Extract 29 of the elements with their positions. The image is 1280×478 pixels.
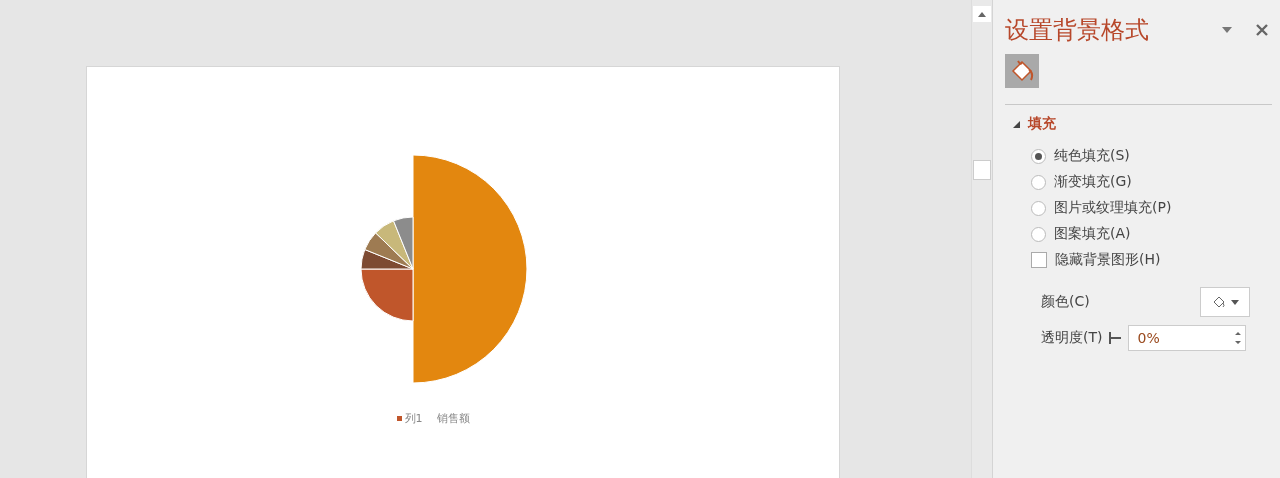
legend-label: 列1: [404, 411, 423, 426]
radio-button[interactable]: [1031, 174, 1046, 190]
panel-title: 设置背景格式: [1005, 15, 1150, 46]
collapse-icon[interactable]: [1013, 120, 1020, 128]
option-label: 图片或纹理填充(P): [1054, 199, 1172, 217]
caret-icon: [1231, 299, 1239, 305]
legend-label: 销售额: [436, 411, 470, 426]
checkbox[interactable]: [1031, 252, 1047, 268]
radio-button[interactable]: [1031, 200, 1046, 216]
option-label: 纯色填充(S): [1054, 147, 1130, 165]
scroll-up-button[interactable]: [973, 6, 991, 22]
color-picker-button[interactable]: [1200, 287, 1250, 317]
color-label: 颜色(C): [1041, 293, 1091, 311]
scroll-thumb[interactable]: [973, 160, 991, 180]
slider-icon[interactable]: [1108, 332, 1123, 344]
close-button[interactable]: [1256, 24, 1268, 36]
fill-tab[interactable]: [1005, 54, 1039, 88]
dropdown-button[interactable]: [1222, 27, 1232, 33]
radio-button[interactable]: [1031, 148, 1046, 164]
radio-button[interactable]: [1031, 226, 1046, 242]
up-arrow-icon: [978, 11, 986, 17]
transparency-field[interactable]: 0%: [1128, 325, 1247, 351]
option-label: 隐藏背景图形(H): [1055, 251, 1161, 269]
transparency-label: 透明度(T): [1041, 329, 1103, 347]
paint-bucket-icon: [1211, 295, 1225, 309]
spinner-arrows-icon[interactable]: [1235, 331, 1242, 345]
option-label: 渐变填充(G): [1054, 173, 1132, 191]
section-title: 填充: [1028, 115, 1056, 133]
option-label: 图案填充(A): [1054, 225, 1131, 243]
